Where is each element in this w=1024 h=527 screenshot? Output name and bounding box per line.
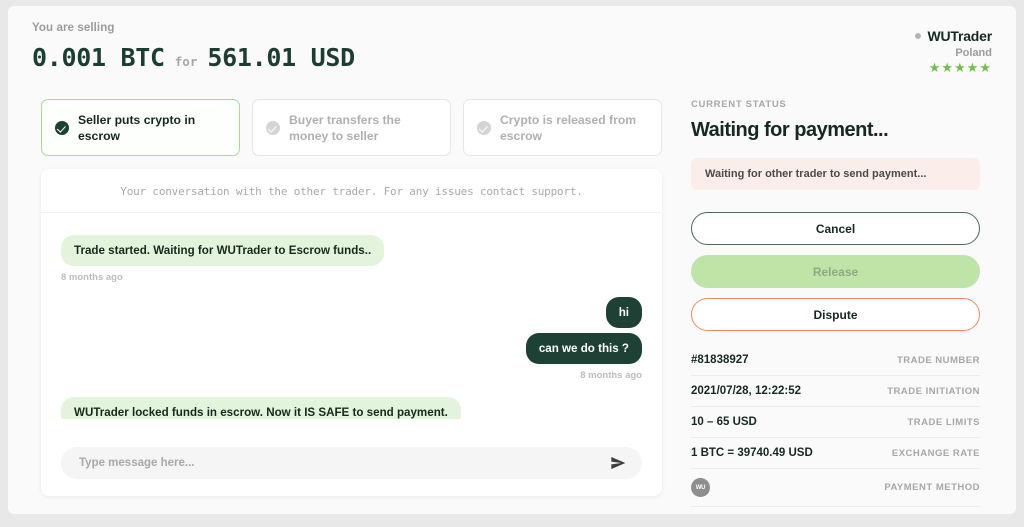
detail-value: #81838927 bbox=[691, 354, 749, 366]
crypto-amount: 0.001 BTC bbox=[32, 43, 165, 72]
fiat-amount: 561.01 USD bbox=[207, 43, 355, 72]
check-circle-icon bbox=[55, 120, 69, 135]
chat-bubble: Trade started. Waiting for WUTrader to E… bbox=[61, 235, 385, 266]
detail-row-trade-limits: 10 – 65 USD TRADE LIMITS bbox=[691, 407, 980, 438]
chat-timestamp: 8 months ago bbox=[61, 272, 123, 283]
step-label: Buyer transfers the money to seller bbox=[289, 112, 401, 143]
chat-bubble: WUTrader locked funds in escrow. Now it … bbox=[61, 397, 461, 419]
step-buyer-transfers: Buyer transfers the money to seller bbox=[252, 99, 451, 156]
for-label: for bbox=[174, 54, 198, 69]
chat-timestamp: 8 months ago bbox=[580, 370, 642, 381]
trader-name: WUTrader bbox=[927, 28, 992, 44]
detail-row-trade-number: #81838927 TRADE NUMBER bbox=[691, 345, 980, 376]
rating-stars-icon: ★★★★★ bbox=[928, 60, 992, 75]
chat-message: hi bbox=[61, 297, 642, 328]
chat-header-note: Your conversation with the other trader.… bbox=[41, 169, 662, 213]
chat-bubble: can we do this ? bbox=[525, 333, 642, 364]
trade-details: #81838927 TRADE NUMBER 2021/07/28, 12:22… bbox=[691, 345, 980, 507]
detail-key: TRADE LIMITS bbox=[907, 416, 980, 428]
trader-name-row: WUTrader bbox=[915, 28, 992, 44]
detail-value: 10 – 65 USD bbox=[691, 416, 757, 428]
trader-info[interactable]: WUTrader Poland ★★★★★ bbox=[915, 28, 992, 74]
online-status-icon bbox=[915, 33, 922, 39]
detail-value: 1 BTC = 39740.49 USD bbox=[691, 447, 813, 459]
amount-row: 0.001 BTC for 561.01 USD bbox=[32, 43, 992, 72]
status-sidebar: CURRENT STATUS Waiting for payment... Wa… bbox=[691, 99, 980, 514]
page-card: You are selling 0.001 BTC for 561.01 USD… bbox=[8, 6, 1016, 514]
trader-country: Poland bbox=[955, 47, 992, 59]
chat-bubble: hi bbox=[605, 297, 642, 328]
detail-row-exchange-rate: 1 BTC = 39740.49 USD EXCHANGE RATE bbox=[691, 438, 980, 469]
chat-message-list: Trade started. Waiting for WUTrader to E… bbox=[41, 213, 662, 419]
step-label: Seller puts crypto in escrow bbox=[78, 112, 196, 143]
trade-header: You are selling 0.001 BTC for 561.01 USD… bbox=[32, 22, 992, 84]
chat-message: WUTrader locked funds in escrow. Now it … bbox=[61, 397, 642, 419]
chat-input-bar[interactable] bbox=[61, 447, 642, 479]
chat-panel: Your conversation with the other trader.… bbox=[41, 169, 662, 496]
step-seller-escrow: Seller puts crypto in escrow bbox=[41, 99, 240, 156]
detail-key: TRADE INITIATION bbox=[887, 385, 980, 397]
check-circle-icon bbox=[266, 120, 280, 135]
detail-row-payment-method: WU PAYMENT METHOD bbox=[691, 469, 980, 507]
detail-key: EXCHANGE RATE bbox=[891, 447, 980, 459]
current-status-label: CURRENT STATUS bbox=[691, 99, 787, 110]
status-notice-banner: Waiting for other trader to send payment… bbox=[691, 158, 980, 190]
western-union-icon: WU bbox=[691, 478, 710, 497]
check-circle-icon bbox=[477, 120, 491, 135]
step-crypto-released: Crypto is released from escrow bbox=[463, 99, 662, 156]
chat-message-group-outgoing: hi can we do this ? 8 months ago bbox=[61, 297, 642, 381]
current-status-title: Waiting for payment... bbox=[691, 119, 889, 141]
detail-key: TRADE NUMBER bbox=[896, 354, 980, 366]
trade-steps: Seller puts crypto in escrow Buyer trans… bbox=[41, 99, 662, 156]
chat-message: Trade started. Waiting for WUTrader to E… bbox=[61, 235, 642, 283]
dispute-button[interactable]: Dispute bbox=[691, 298, 980, 331]
action-buttons: Cancel Release Dispute bbox=[691, 212, 980, 331]
cancel-button[interactable]: Cancel bbox=[691, 212, 980, 245]
detail-key: PAYMENT METHOD bbox=[884, 482, 980, 493]
chat-message: can we do this ? 8 months ago bbox=[61, 333, 642, 381]
selling-label: You are selling bbox=[32, 22, 115, 34]
send-icon[interactable] bbox=[610, 455, 626, 471]
release-button[interactable]: Release bbox=[691, 255, 980, 288]
step-label: Crypto is released from escrow bbox=[500, 112, 637, 143]
detail-value: 2021/07/28, 12:22:52 bbox=[691, 385, 801, 397]
detail-row-trade-initiation: 2021/07/28, 12:22:52 TRADE INITIATION bbox=[691, 376, 980, 407]
chat-message-input[interactable] bbox=[77, 456, 610, 470]
